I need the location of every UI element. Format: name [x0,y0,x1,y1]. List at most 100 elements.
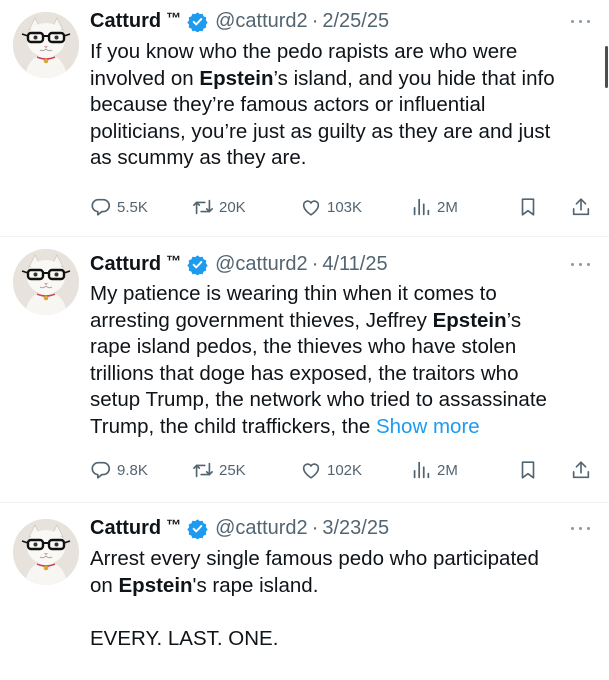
tweet-text-line: arresting government thieves, Jeffrey Ep… [90,308,595,335]
tweet-3[interactable]: Catturd ™ @catturd2 · 3/23/25 Arrest eve… [0,503,609,680]
bookmark-button[interactable] [517,457,539,483]
verified-badge-icon [187,518,208,539]
tweet-text: My patience is wearing thin when it come… [90,281,595,441]
tweet-date[interactable]: 4/11/25 [322,253,387,276]
repost-button[interactable]: 20K [192,194,246,220]
tweet-text-line: as scummy as they are. [90,145,595,172]
reply-button[interactable]: 9.8K [90,457,148,483]
user-handle[interactable]: @catturd2 [215,517,308,540]
repost-count: 25K [219,461,246,479]
tweet-date[interactable]: 2/25/25 [322,10,389,33]
tweet-text: If you know who the pedo rapists are who… [90,39,595,172]
separator: · [311,252,319,275]
like-button[interactable]: 103K [300,194,362,220]
text-span: Trump, the child traffickers, the [90,414,376,438]
avatar[interactable] [13,249,79,315]
text-span: rape island pedos, the thieves who have … [90,335,517,359]
views-button[interactable]: 2M [410,457,458,483]
tweet-text-line: If you know who the pedo rapists are who… [90,39,595,66]
user-handle[interactable]: @catturd2 [215,253,308,276]
text-span: on [90,573,119,597]
share-icon [570,196,592,218]
separator: · [311,9,319,32]
like-button[interactable]: 102K [300,457,362,483]
like-icon [300,196,322,218]
bookmark-icon [517,459,539,481]
highlighted-term: Epstein [432,308,507,332]
trademark-symbol: ™ [166,516,182,534]
reply-icon [90,459,112,481]
text-span: trillions that doge has exposed, the tra… [90,361,519,385]
text-span: My patience is wearing thin when it come… [90,282,497,305]
text-span: If you know who the pedo rapists are who… [90,40,518,63]
avatar[interactable] [13,519,79,585]
tweet-text-line: politicians, you’re just as guilty as th… [90,119,595,146]
reply-count: 5.5K [117,198,148,216]
user-handle[interactable]: @catturd2 [215,10,308,33]
tweet-text-line: involved on Epstein’s island, and you hi… [90,66,595,93]
tweet-1[interactable]: Catturd ™ @catturd2 · 2/25/25 If you kno… [0,0,609,236]
text-span: 's rape island. [192,573,319,597]
repost-count: 20K [219,198,246,216]
text-span: setup Trump, the network who tried to as… [90,388,547,412]
highlighted-term: Epstein [199,66,274,90]
tweet-text-line: Trump, the child traffickers, the Show m… [90,414,595,441]
tweet-date[interactable]: 3/23/25 [322,517,389,540]
tweet-text-line: on Epstein's rape island. [90,573,595,600]
share-icon [570,459,592,481]
text-span: politicians, you’re just as guilty as th… [90,119,551,143]
text-span: Arrest every single famous pedo who part… [90,547,539,570]
reply-button[interactable]: 5.5K [90,194,148,220]
trademark-symbol: ™ [166,252,182,270]
tweet-header: Catturd ™ @catturd2 · 4/11/25 [90,249,388,279]
reply-count: 9.8K [117,461,148,479]
views-button[interactable]: 2M [410,194,458,220]
text-span: EVERY. LAST. ONE. [90,626,279,650]
text-span: arresting government thieves, Jeffrey [90,308,433,332]
verified-badge-icon [187,11,208,32]
repost-icon [192,196,214,218]
reply-icon [90,196,112,218]
views-icon [410,459,432,481]
repost-icon [192,459,214,481]
tweet-header: Catturd ™ @catturd2 · 3/23/25 [90,513,389,543]
tweet-actions: 5.5K 20K 103K 2M [90,194,595,220]
tweet-text-line: My patience is wearing thin when it come… [90,281,595,308]
like-count: 102K [327,461,363,479]
like-count: 103K [327,198,363,216]
tweet-header: Catturd ™ @catturd2 · 2/25/25 [90,6,389,36]
more-options-icon[interactable] [571,14,593,28]
bookmark-button[interactable] [517,194,539,220]
text-span: ’s [506,308,522,332]
tweet-text-line [90,599,595,626]
views-icon [410,196,432,218]
show-more-link[interactable]: Show more [376,415,480,438]
tweet-text-line: trillions that doge has exposed, the tra… [90,361,595,388]
highlighted-term: Epstein [118,573,193,597]
more-options-icon[interactable] [571,257,593,271]
text-span: involved on [90,66,200,90]
views-count: 2M [437,461,458,479]
share-button[interactable] [570,457,592,483]
repost-button[interactable]: 25K [192,457,246,483]
tweet-text-line: EVERY. LAST. ONE. [90,626,595,653]
separator: · [311,516,319,539]
more-options-icon[interactable] [571,521,593,535]
tweet-text-line: because they’re famous actors or influen… [90,92,595,119]
display-name[interactable]: Catturd [90,517,161,540]
avatar[interactable] [13,12,79,78]
display-name[interactable]: Catturd [90,10,161,33]
scrollbar[interactable] [605,46,608,88]
tweet-2[interactable]: Catturd ™ @catturd2 · 4/11/25 My patienc… [0,237,609,502]
tweet-text: Arrest every single famous pedo who part… [90,546,595,652]
tweet-text-line: setup Trump, the network who tried to as… [90,387,595,414]
verified-badge-icon [187,254,208,275]
tweet-actions: 9.8K 25K 102K 2M [90,457,595,483]
tweet-text-line: Arrest every single famous pedo who part… [90,546,595,573]
text-span: as scummy as they are. [90,146,307,170]
text-span: because they’re famous actors or influen… [90,93,486,117]
share-button[interactable] [570,194,592,220]
bookmark-icon [517,196,539,218]
display-name[interactable]: Catturd [90,253,161,276]
trademark-symbol: ™ [166,9,182,27]
